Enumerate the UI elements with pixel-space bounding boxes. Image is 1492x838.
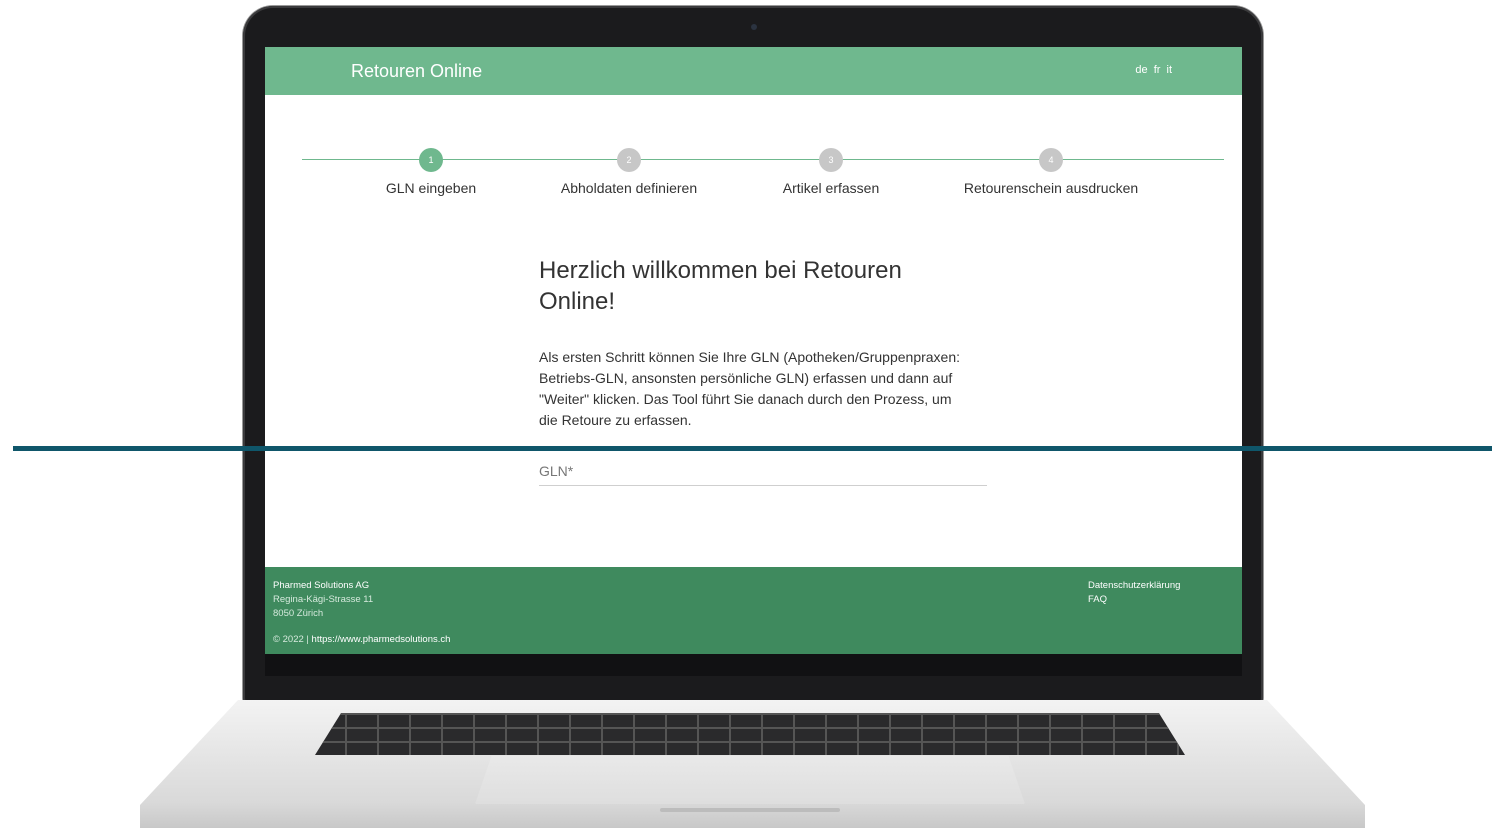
step-2-label: Abholdaten definieren xyxy=(560,180,698,196)
footer: Pharmed Solutions AG Regina-Kägi-Strasse… xyxy=(265,567,1242,654)
company-name: Pharmed Solutions AG xyxy=(273,580,370,591)
page-title: Herzlich willkommen bei Retouren Online! xyxy=(539,255,989,317)
keyboard xyxy=(315,713,1185,755)
trackpad xyxy=(475,756,1025,804)
intro-text: Als ersten Schritt können Sie Ihre GLN (… xyxy=(539,349,961,428)
copyright: © 2022 | https://www.pharmedsolutions.ch xyxy=(273,633,450,647)
step-3-label: Artikel erfassen xyxy=(782,180,880,196)
footer-links: Datenschutzerklärung FAQ xyxy=(1088,579,1180,607)
lang-it[interactable]: it xyxy=(1167,64,1173,76)
step-2-dot: 2 xyxy=(617,148,641,172)
website-link[interactable]: https://www.pharmedsolutions.ch xyxy=(312,634,451,645)
page-title-line-2: Online! xyxy=(539,288,616,315)
page-title-line-1: Herzlich willkommen bei Retouren xyxy=(539,257,902,284)
copyright-text: © 2022 | xyxy=(273,634,309,645)
step-3-dot: 3 xyxy=(819,148,843,172)
faq-link[interactable]: FAQ xyxy=(1088,593,1180,607)
header-bar: Retouren Online de fr it xyxy=(265,47,1242,95)
camera-icon xyxy=(751,24,757,30)
company-city: 8050 Zürich xyxy=(273,608,324,619)
company-address: Pharmed Solutions AG Regina-Kägi-Strasse… xyxy=(273,579,373,621)
screen-bezel xyxy=(265,654,1242,676)
welcome-section: Herzlich willkommen bei Retouren Online!… xyxy=(539,255,989,431)
language-switcher: de fr it xyxy=(1132,64,1172,76)
base-notch xyxy=(660,808,840,812)
step-4-label: Retourenschein ausdrucken xyxy=(963,180,1139,196)
app-title[interactable]: Retouren Online xyxy=(351,61,482,82)
gln-input[interactable] xyxy=(539,457,987,486)
privacy-link[interactable]: Datenschutzerklärung xyxy=(1088,579,1180,593)
step-1-dot: 1 xyxy=(419,148,443,172)
step-1-label: GLN eingeben xyxy=(385,180,477,196)
accent-line xyxy=(13,446,1492,451)
step-4-dot: 4 xyxy=(1039,148,1063,172)
screen: Retouren Online de fr it 1 GLN eingeben … xyxy=(265,47,1242,654)
lang-fr[interactable]: fr xyxy=(1154,64,1161,76)
lang-de[interactable]: de xyxy=(1135,64,1147,76)
company-street: Regina-Kägi-Strasse 11 xyxy=(273,594,374,605)
